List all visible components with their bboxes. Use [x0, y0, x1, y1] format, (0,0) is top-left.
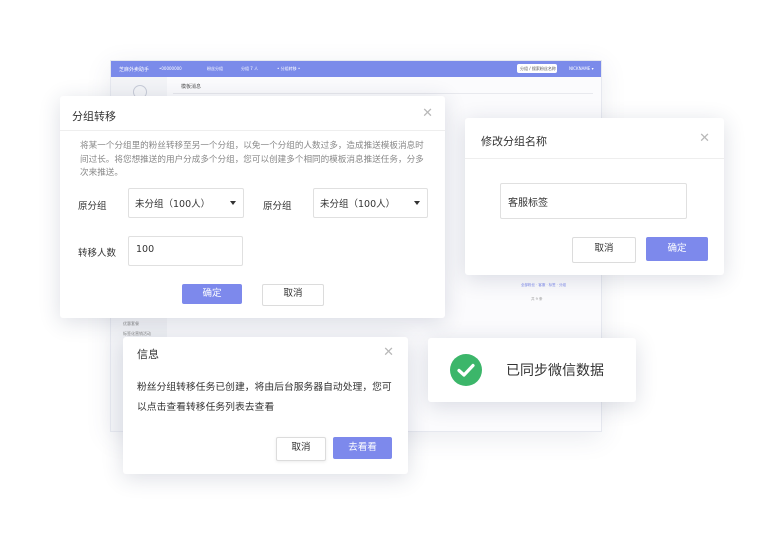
nav-item[interactable]: 分组 7 人: [241, 66, 258, 72]
footer-links[interactable]: 全部粉丝 · 客服 · 标签 · 分组: [521, 283, 566, 288]
toast-message: 已同步微信数据: [506, 363, 604, 379]
input-value: 100: [136, 244, 155, 255]
confirm-button[interactable]: 确定: [646, 237, 708, 261]
chevron-down-icon: [230, 201, 236, 205]
transfer-count-input[interactable]: 100: [128, 236, 243, 266]
divider: [173, 93, 593, 94]
select-value: 未分组（100人）: [135, 199, 211, 210]
dialog-title: 信息: [137, 348, 159, 361]
view-tasks-button[interactable]: 去看看: [333, 437, 392, 459]
cancel-button[interactable]: 取消: [262, 284, 324, 306]
rename-group-dialog: 修改分组名称 ✕ 客服标签 取消 确定: [465, 118, 724, 275]
check-circle-icon: [450, 354, 482, 386]
target-group-select[interactable]: 未分组（100人）: [313, 188, 428, 218]
close-icon[interactable]: ✕: [699, 132, 710, 145]
app-topbar: 芝麻外卖助手 •00000000 粉丝分组 分组 7 人 • 分组转移 • 分组…: [111, 61, 601, 77]
dialog-description: 将某一个分组里的粉丝转移至另一个分组，以免一个分组的人数过多，造成推送模板消息时…: [80, 141, 424, 178]
transfer-count-label: 转移人数: [78, 248, 117, 259]
source-group-select[interactable]: 未分组（100人）: [128, 188, 244, 218]
divider: [60, 130, 445, 131]
target-group-label: 原分组: [263, 201, 292, 212]
nav-item[interactable]: •00000000: [159, 66, 182, 71]
group-name-input[interactable]: 客服标签: [500, 183, 687, 219]
nav-item[interactable]: • 分组转移 •: [277, 66, 300, 72]
page-title: 模板消息: [181, 84, 202, 90]
info-message: 粉丝分组转移任务已创建，将由后台服务器自动处理，您可以点击查看转移任务列表去查看: [137, 382, 392, 413]
nav-item[interactable]: 粉丝分组: [207, 66, 223, 72]
input-value: 客服标签: [508, 198, 548, 209]
sync-success-toast: 已同步微信数据: [428, 338, 636, 402]
divider: [465, 158, 724, 159]
transfer-group-dialog: 分组转移 ✕ 将某一个分组里的粉丝转移至另一个分组，以免一个分组的人数过多，造成…: [60, 96, 445, 318]
pager-count: 共 9 条: [531, 297, 543, 301]
user-menu[interactable]: NICKNAME ▾: [569, 66, 594, 71]
info-dialog: 信息 ✕ 粉丝分组转移任务已创建，将由后台服务器自动处理，您可以点击查看转移任务…: [123, 337, 408, 474]
close-icon[interactable]: ✕: [383, 346, 394, 359]
app-search-input[interactable]: 分组 / 搜索粉丝名称: [517, 64, 557, 73]
source-group-label: 原分组: [78, 201, 107, 212]
chevron-down-icon: [414, 201, 420, 205]
confirm-button[interactable]: 确定: [182, 284, 242, 304]
sidebar-item[interactable]: 优惠套餐: [123, 321, 139, 327]
cancel-button[interactable]: 取消: [276, 437, 326, 461]
app-brand: 芝麻外卖助手: [119, 67, 150, 73]
select-value: 未分组（100人）: [320, 199, 396, 210]
dialog-title: 分组转移: [72, 110, 116, 123]
dialog-title: 修改分组名称: [481, 135, 547, 148]
cancel-button[interactable]: 取消: [572, 237, 636, 263]
close-icon[interactable]: ✕: [422, 107, 433, 120]
